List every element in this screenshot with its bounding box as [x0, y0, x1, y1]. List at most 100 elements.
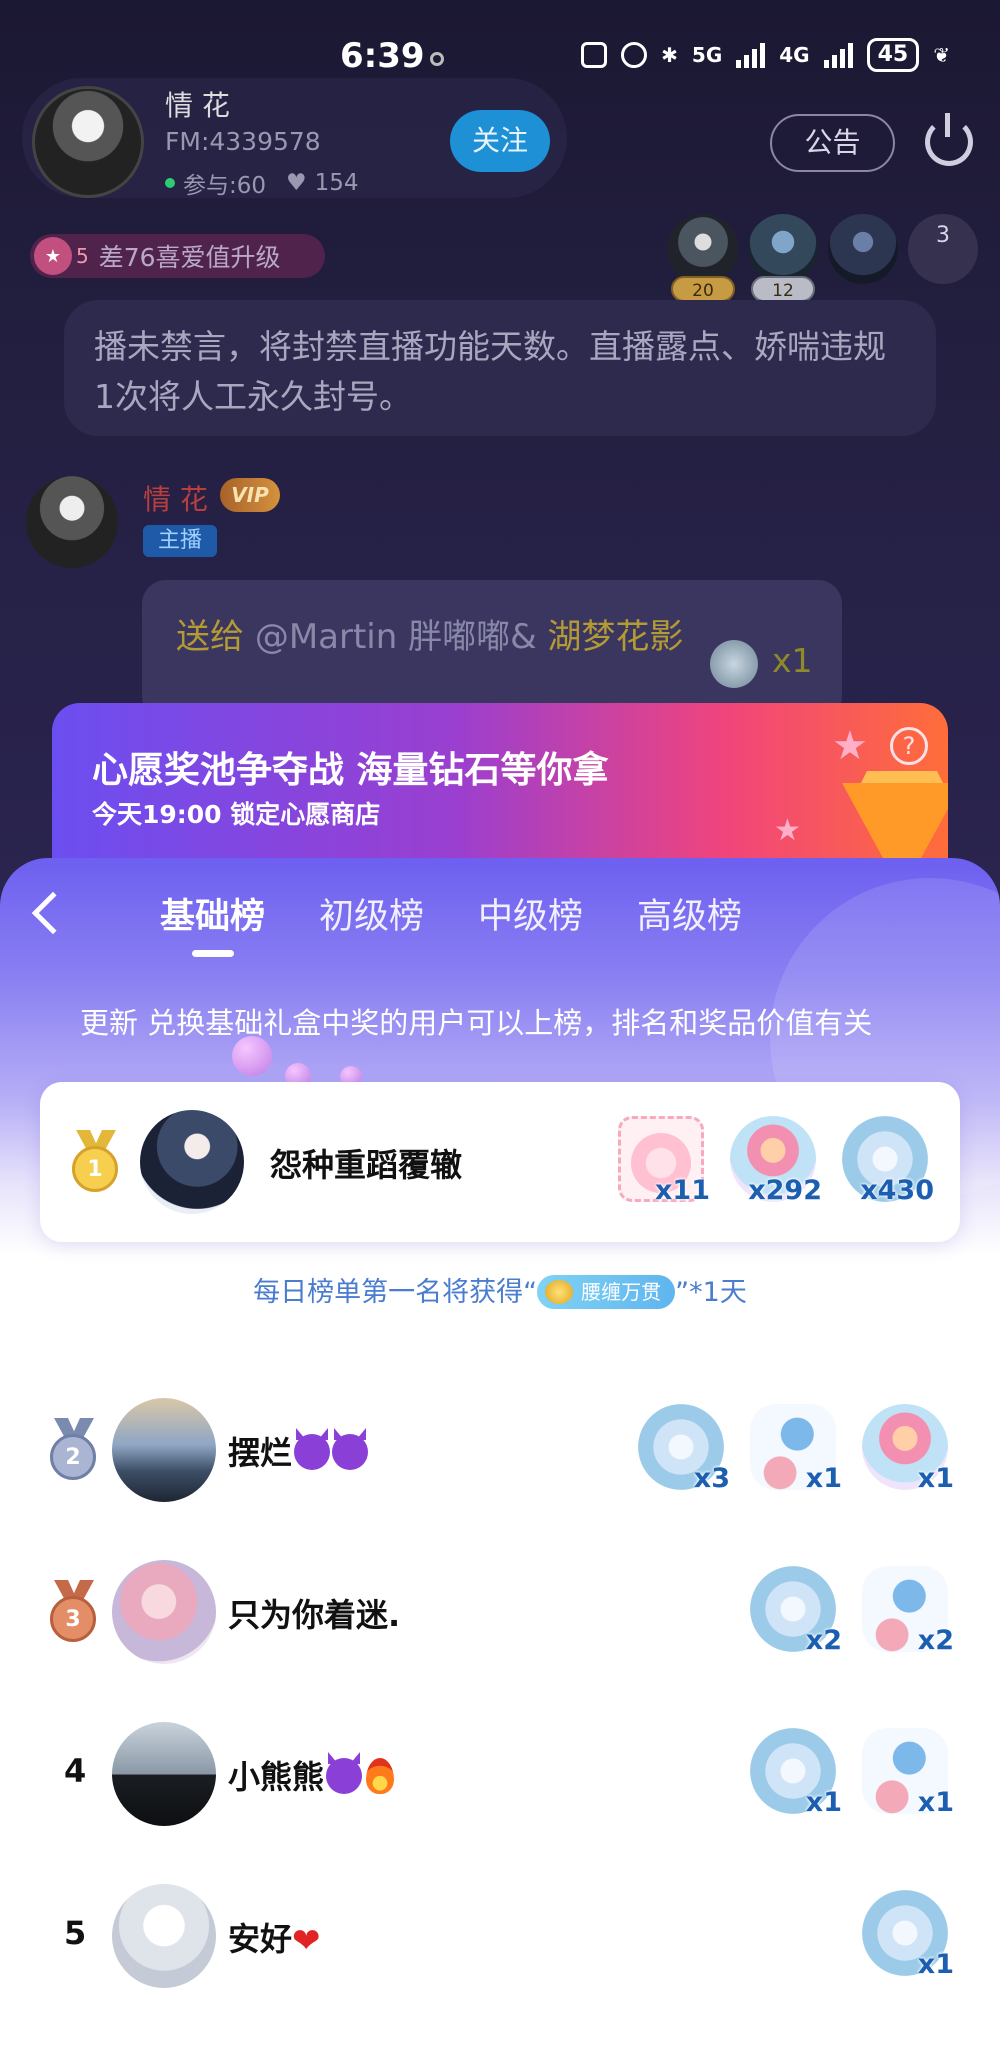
network-4g-label: 4G	[779, 43, 810, 67]
top-viewers: 20 12 3	[668, 214, 978, 302]
heart-emoji-icon: ❤	[292, 1921, 321, 1961]
rank-row[interactable]: 3 只为你着迷. x2 x2	[0, 1540, 1000, 1680]
host-stats: 参与:60 ♥ 154	[165, 166, 359, 200]
rank-row[interactable]: 4 小熊熊 x1 x1	[0, 1702, 1000, 1842]
online-dot-icon	[165, 178, 175, 188]
devil-emoji-icon	[294, 1434, 331, 1470]
rank-number: 1	[72, 1146, 118, 1192]
gift-count: x1	[917, 1787, 954, 1818]
viewer-tag: 20	[671, 276, 735, 302]
leaf-icon: ❦	[933, 43, 950, 67]
signal-4g-icon	[823, 42, 853, 68]
tab-basic[interactable]: 基础榜	[160, 888, 265, 939]
gift-item: x1	[856, 1886, 954, 1984]
user-name-text: 摆烂	[228, 1434, 293, 1472]
heart-icon: ♥	[286, 170, 307, 196]
first-place-card[interactable]: 1 怨种重蹈覆辙 x11 x292 x430	[40, 1082, 960, 1242]
bronze-medal-icon: 3	[50, 1580, 98, 1642]
banner-subtitle: 今天19:00 锁定心愿商店	[92, 800, 381, 829]
banner-title: 心愿奖池争夺战 海量钻石等你拿	[92, 750, 609, 791]
gift-item: x1	[856, 1400, 954, 1498]
user-name: 只为你着迷.	[228, 1596, 401, 1634]
rank-row[interactable]: 2 摆烂 x3 x1 x1	[0, 1378, 1000, 1518]
viewer-avatar[interactable]: 20	[668, 214, 738, 302]
fire-emoji-icon	[366, 1758, 395, 1794]
alarm-icon	[621, 42, 648, 68]
gift-count: x1	[917, 1949, 954, 1980]
gift-count: x1	[805, 1787, 842, 1818]
battery-indicator: 45	[866, 38, 920, 72]
gift-send-label: 送给	[176, 617, 244, 657]
level-number: 5	[76, 244, 89, 268]
leaderboard-hint: 更新 兑换基础礼盒中奖的用户可以上榜，排名和奖品价值有关	[80, 1006, 873, 1040]
silver-medal-icon: 2	[50, 1418, 98, 1480]
user-avatar[interactable]	[112, 1560, 216, 1664]
help-icon[interactable]: ?	[890, 727, 928, 765]
host-name: 情 花	[165, 89, 230, 122]
host-fm-id: FM:4339578	[165, 127, 321, 156]
star-decoration-icon: ★	[832, 723, 868, 769]
balloon-decoration	[232, 1036, 272, 1076]
gift-count: x430	[860, 1175, 934, 1206]
back-icon[interactable]	[31, 891, 75, 935]
participants-count: 参与:60	[183, 173, 267, 199]
level-progress-tag[interactable]: ★ 5 差76喜爱值升级	[30, 234, 325, 278]
user-name: 安好❤	[228, 1914, 321, 1961]
nfc-icon	[581, 42, 608, 68]
user-name-text: 安好	[228, 1920, 293, 1958]
star-icon: ★	[34, 237, 72, 275]
user-avatar[interactable]	[112, 1722, 216, 1826]
gift-item: x1	[744, 1400, 842, 1498]
notice-button[interactable]: 公告	[770, 114, 895, 172]
host-avatar[interactable]	[32, 86, 144, 198]
first-place-avatar[interactable]	[140, 1110, 244, 1214]
leaderboard-sheet: 基础榜 初级榜 中级榜 高级榜 更新 兑换基础礼盒中奖的用户可以上榜，排名和奖品…	[0, 858, 1000, 2063]
viewer-avatar[interactable]	[828, 214, 898, 284]
gift-target: @Martin 胖嘟嘟&	[254, 617, 537, 657]
follow-button[interactable]: 关注	[450, 110, 550, 172]
gift-count: x2	[805, 1625, 842, 1656]
gift-item: x2	[856, 1562, 954, 1660]
anchor-badge: 主播	[143, 525, 217, 557]
viewer-avatar[interactable]: 12	[748, 214, 818, 302]
rank-number: 3	[50, 1596, 96, 1642]
user-name-text: 小熊熊	[228, 1758, 325, 1796]
tab-junior[interactable]: 初级榜	[319, 888, 424, 939]
message-sender-name: 情 花	[143, 483, 208, 516]
gift-target-2: 湖梦花影	[547, 617, 684, 657]
leaderboard-tabs: 基础榜 初级榜 中级榜 高级榜	[160, 888, 742, 939]
clock: 6:39	[340, 36, 425, 76]
reward-note: 每日榜单第一名将获得“ 腰缠万贯 ”*1天	[0, 1270, 1000, 1309]
system-message: 播未禁言，将封禁直播功能天数。直播露点、娇喘违规1次将人工永久封号。	[64, 300, 936, 436]
gift-item: x1	[744, 1724, 842, 1822]
user-avatar[interactable]	[112, 1884, 216, 1988]
tab-senior[interactable]: 高级榜	[637, 888, 742, 939]
reward-note-prefix: 每日榜单第一名将获得“	[253, 1277, 538, 1308]
gift-count: x11	[655, 1175, 710, 1206]
signal-5g-icon	[736, 42, 766, 68]
rank-number: 4	[64, 1752, 87, 1790]
power-icon[interactable]	[925, 113, 973, 166]
gift-item: x430	[836, 1112, 934, 1210]
gift-item: x1	[856, 1724, 954, 1822]
gift-count: x1	[917, 1463, 954, 1494]
rank-row[interactable]: 5 安好❤ x1	[0, 1864, 1000, 2004]
first-place-name: 怨种重蹈覆辙	[270, 1146, 463, 1184]
devil-emoji-icon	[332, 1434, 369, 1470]
network-5g-label: 5G	[691, 43, 723, 67]
gift-count: x3	[693, 1463, 730, 1494]
user-name: 摆烂	[228, 1428, 369, 1474]
tab-intermediate[interactable]: 中级榜	[478, 888, 583, 939]
rank-number: 5	[64, 1914, 87, 1952]
message-avatar[interactable]	[26, 476, 118, 568]
vip-badge: VIP	[220, 478, 280, 512]
gift-thumbnail-icon	[710, 640, 758, 688]
gift-item: x292	[724, 1112, 822, 1210]
user-avatar[interactable]	[112, 1398, 216, 1502]
user-name: 小熊熊	[228, 1752, 395, 1798]
viewer-count-number: 3	[936, 223, 950, 248]
bluetooth-icon: ✱	[661, 43, 678, 67]
gift-count: x2	[917, 1625, 954, 1656]
viewer-count[interactable]: 3	[908, 214, 978, 284]
gift-item: x3	[632, 1400, 730, 1498]
